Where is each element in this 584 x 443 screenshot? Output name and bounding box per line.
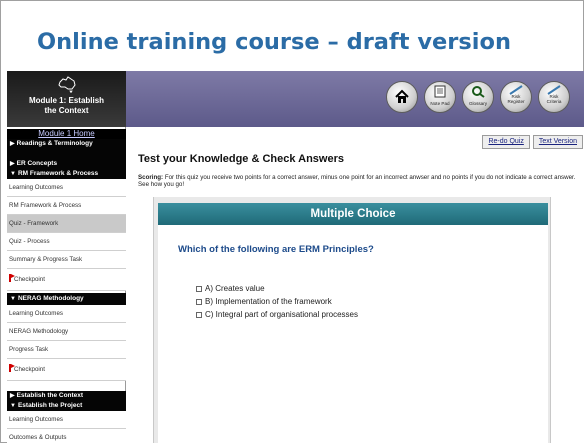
sidebar-item-learning-outcomes-3[interactable]: Learning Outcomes <box>7 411 126 429</box>
sidebar-item-learning-outcomes[interactable]: Learning Outcomes <box>7 179 126 197</box>
chevron-down-icon: ▼ <box>10 171 16 177</box>
glossary-icon <box>472 86 485 98</box>
checkbox[interactable] <box>196 286 202 292</box>
sidebar-item-quiz-process[interactable]: Quiz - Process <box>7 233 126 251</box>
sidebar-item-establish-project[interactable]: ▼ Establish the Project <box>7 401 126 411</box>
module-title-line2: the Context <box>44 105 89 115</box>
quiz-frame: Multiple Choice Which of the following a… <box>153 197 551 443</box>
glossary-label: Glossary <box>468 101 488 106</box>
sidebar-item-label: Establish the Project <box>17 402 83 409</box>
checkbox[interactable] <box>196 312 202 318</box>
sidebar-item-label: Checkpoint <box>14 366 45 373</box>
option-label: C) Integral part of organisational proce… <box>205 310 358 319</box>
sidebar-item-label: ER Concepts <box>16 160 58 167</box>
chevron-down-icon: ▼ <box>10 296 16 302</box>
course-app: Module 1: Establish the Context Module 1… <box>7 71 584 443</box>
sidebar-item-progress-task[interactable]: Progress Task <box>7 341 126 359</box>
note-pad-label: Note Pad <box>430 101 450 106</box>
question-text: Which of the following are ERM Principle… <box>178 244 374 255</box>
text-version-button[interactable]: Text Version <box>532 135 583 149</box>
scoring-label: Scoring: <box>138 174 164 181</box>
chevron-right-icon: ▶ <box>10 393 15 399</box>
page-title: Test your Knowledge & Check Answers <box>138 153 344 165</box>
module-title: Module 1: Establish the Context <box>7 96 126 115</box>
note-pad-icon <box>434 85 446 98</box>
sidebar-item-rm-framework[interactable]: RM Framework & Process <box>7 197 126 215</box>
home-icon <box>395 89 409 103</box>
sidebar-item-label: Readings & Terminology <box>16 140 93 147</box>
content-actions: Re-do Quiz Text Version <box>479 130 583 149</box>
toolbar: Note Pad Glossary Risk Register Risk Cri… <box>126 71 584 127</box>
sidebar-item-nerag[interactable]: NERAG Methodology <box>7 323 126 341</box>
risk-criteria-label-line2: Criteria <box>546 99 562 104</box>
slide: Online training course – draft version M… <box>0 0 584 443</box>
sidebar-item-readings-terminology[interactable]: ▶ Readings & Terminology <box>7 139 126 159</box>
sidebar-item-label: Checkpoint <box>14 276 45 283</box>
sidebar-item-nerag-methodology[interactable]: ▼ NERAG Methodology <box>7 293 126 305</box>
sidebar: Module 1: Establish the Context Module 1… <box>7 71 126 443</box>
risk-criteria-label: Risk Criteria <box>539 94 569 104</box>
sidebar-item-establish-context[interactable]: ▶ Establish the Context <box>7 391 126 401</box>
redo-quiz-button[interactable]: Re-do Quiz <box>482 135 530 149</box>
australia-map-icon <box>58 76 76 93</box>
option-label: B) Implementation of the framework <box>205 297 332 306</box>
module-title-line1: Module 1: Establish <box>28 96 105 105</box>
home-button[interactable] <box>386 81 418 113</box>
sidebar-item-summary-progress-task[interactable]: Summary & Progress Task <box>7 251 126 269</box>
option-a[interactable]: A) Creates value <box>196 284 265 293</box>
chevron-right-icon: ▶ <box>10 141 15 147</box>
sidebar-item-outcomes-outputs[interactable]: Outcomes & Outputs <box>7 429 126 443</box>
sidebar-item-checkpoint-2[interactable]: Checkpoint <box>7 359 126 381</box>
checkbox[interactable] <box>196 299 202 305</box>
glossary-button[interactable]: Glossary <box>462 81 494 113</box>
option-b[interactable]: B) Implementation of the framework <box>196 297 332 306</box>
slide-title: Online training course – draft version <box>37 29 511 55</box>
sidebar-item-label: RM Framework & Process <box>17 170 99 177</box>
risk-register-label: Risk Register <box>501 94 531 104</box>
quiz-panel: Which of the following are ERM Principle… <box>158 225 548 443</box>
note-pad-button[interactable]: Note Pad <box>424 81 456 113</box>
sidebar-item-quiz-framework[interactable]: Quiz - Framework <box>7 215 126 233</box>
sidebar-item-er-concepts[interactable]: ▶ ER Concepts <box>7 159 126 169</box>
flag-icon <box>9 274 15 282</box>
chevron-down-icon: ▼ <box>10 403 16 409</box>
main-content: Re-do Quiz Text Version Test your Knowled… <box>127 127 584 443</box>
scoring-body: For this quiz you receive two points for… <box>138 174 576 188</box>
scoring-text: Scoring: For this quiz you receive two p… <box>138 174 578 188</box>
sidebar-item-label: Establish the Context <box>16 392 84 399</box>
option-c[interactable]: C) Integral part of organisational proce… <box>196 310 358 319</box>
risk-criteria-button[interactable]: Risk Criteria <box>538 81 570 113</box>
flag-icon <box>9 364 15 372</box>
risk-register-label-line2: Register <box>507 99 525 104</box>
module-home-link[interactable]: Module 1 Home <box>7 129 126 139</box>
module-brand: Module 1: Establish the Context <box>7 71 126 127</box>
sidebar-item-learning-outcomes-2[interactable]: Learning Outcomes <box>7 305 126 323</box>
risk-register-button[interactable]: Risk Register <box>500 81 532 113</box>
option-label: A) Creates value <box>205 284 265 293</box>
quiz-header: Multiple Choice <box>158 203 548 225</box>
sidebar-item-label: NERAG Methodology <box>17 295 84 302</box>
sidebar-item-checkpoint[interactable]: Checkpoint <box>7 269 126 291</box>
chevron-right-icon: ▶ <box>10 161 15 167</box>
sidebar-item-rm-framework-process[interactable]: ▼ RM Framework & Process <box>7 169 126 179</box>
